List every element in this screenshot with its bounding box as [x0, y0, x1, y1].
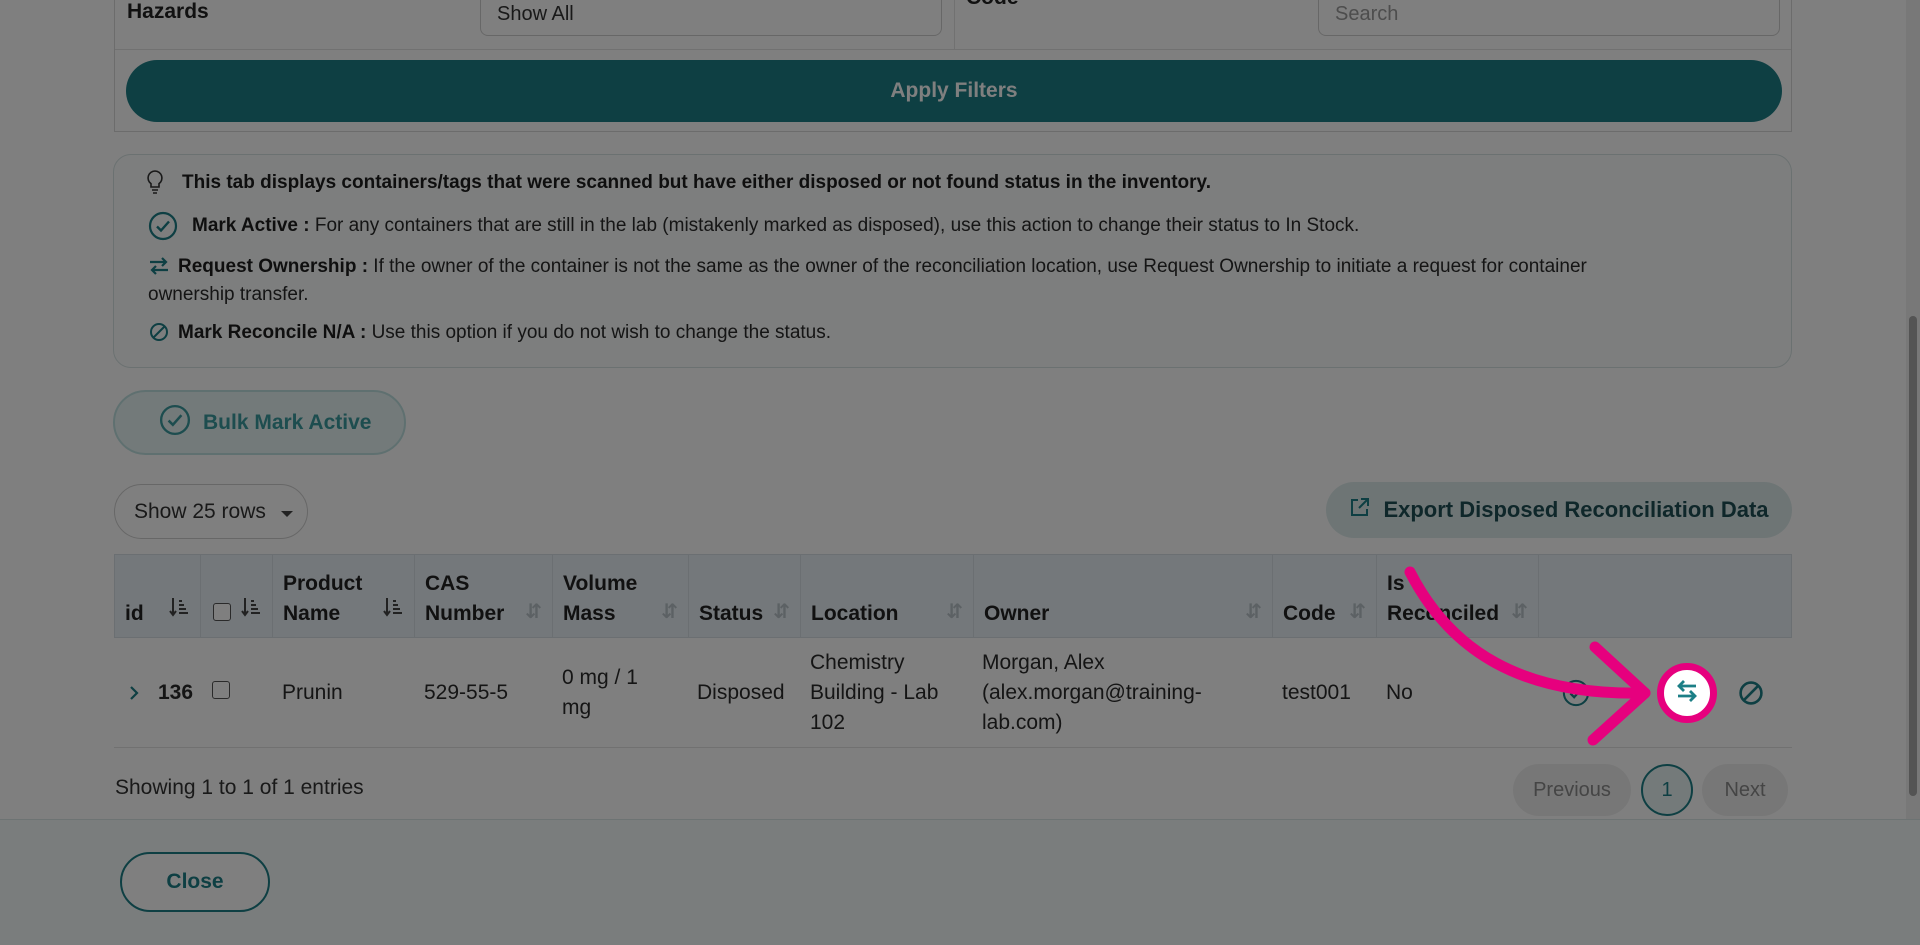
pointer-arrow — [1404, 566, 1651, 746]
